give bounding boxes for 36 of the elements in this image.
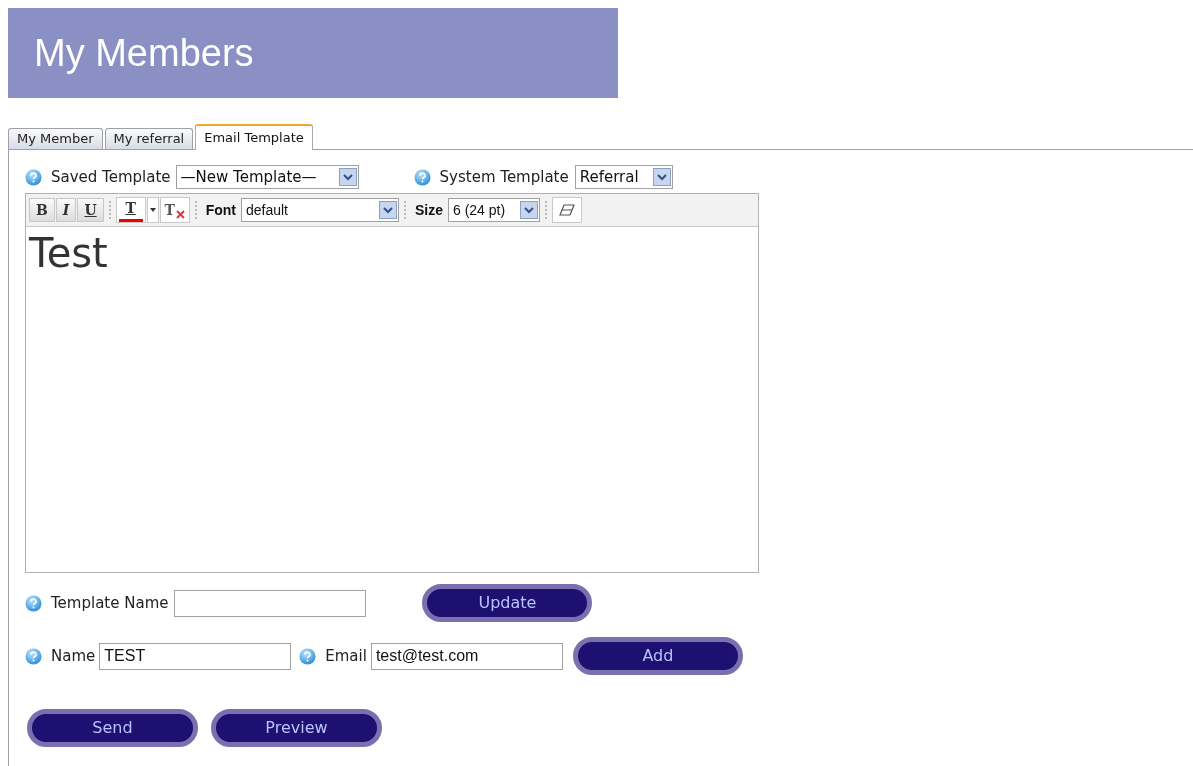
- size-label: Size: [414, 200, 443, 220]
- cross-icon: [175, 209, 185, 219]
- editor-text: Test: [29, 230, 108, 276]
- action-button[interactable]: Send: [27, 709, 198, 747]
- system-template-label: System Template: [439, 166, 569, 188]
- tab[interactable]: My referral: [104, 128, 194, 149]
- remove-format-button[interactable]: T: [159, 197, 190, 223]
- update-button[interactable]: Update: [422, 584, 593, 622]
- caret-icon[interactable]: [146, 197, 159, 223]
- email-field[interactable]: test@test.com: [370, 642, 563, 670]
- name-label: Name: [51, 645, 96, 667]
- help-icon: [25, 647, 42, 665]
- email-label: Email: [325, 645, 367, 667]
- format-button[interactable]: U: [77, 198, 104, 222]
- font-label: Font: [205, 200, 236, 220]
- size-dropdown[interactable]: 6 (24 pt): [447, 198, 540, 222]
- font-dropdown[interactable]: default: [240, 198, 399, 222]
- eraser-icon[interactable]: [551, 197, 582, 223]
- saved-template-label: Saved Template: [51, 166, 171, 188]
- system-template-dropdown[interactable]: Referral: [574, 165, 673, 189]
- help-icon: [413, 168, 431, 186]
- help-icon: [25, 168, 42, 186]
- add-button[interactable]: Add: [572, 637, 743, 675]
- tab[interactable]: Email Template: [195, 124, 313, 150]
- page-title: My Members: [34, 30, 254, 76]
- format-button[interactable]: I: [55, 198, 77, 222]
- tab[interactable]: My Member: [8, 128, 103, 149]
- name-field[interactable]: TEST: [99, 642, 292, 670]
- help-icon: [25, 594, 42, 612]
- format-button[interactable]: B: [29, 198, 55, 222]
- saved-template-dropdown[interactable]: —New Template—: [175, 165, 359, 189]
- template-name-field[interactable]: [174, 589, 367, 617]
- text-color-button[interactable]: T: [115, 197, 146, 223]
- template-name-label: Template Name: [51, 592, 169, 614]
- action-button[interactable]: Preview: [211, 709, 382, 747]
- help-icon: [299, 647, 317, 665]
